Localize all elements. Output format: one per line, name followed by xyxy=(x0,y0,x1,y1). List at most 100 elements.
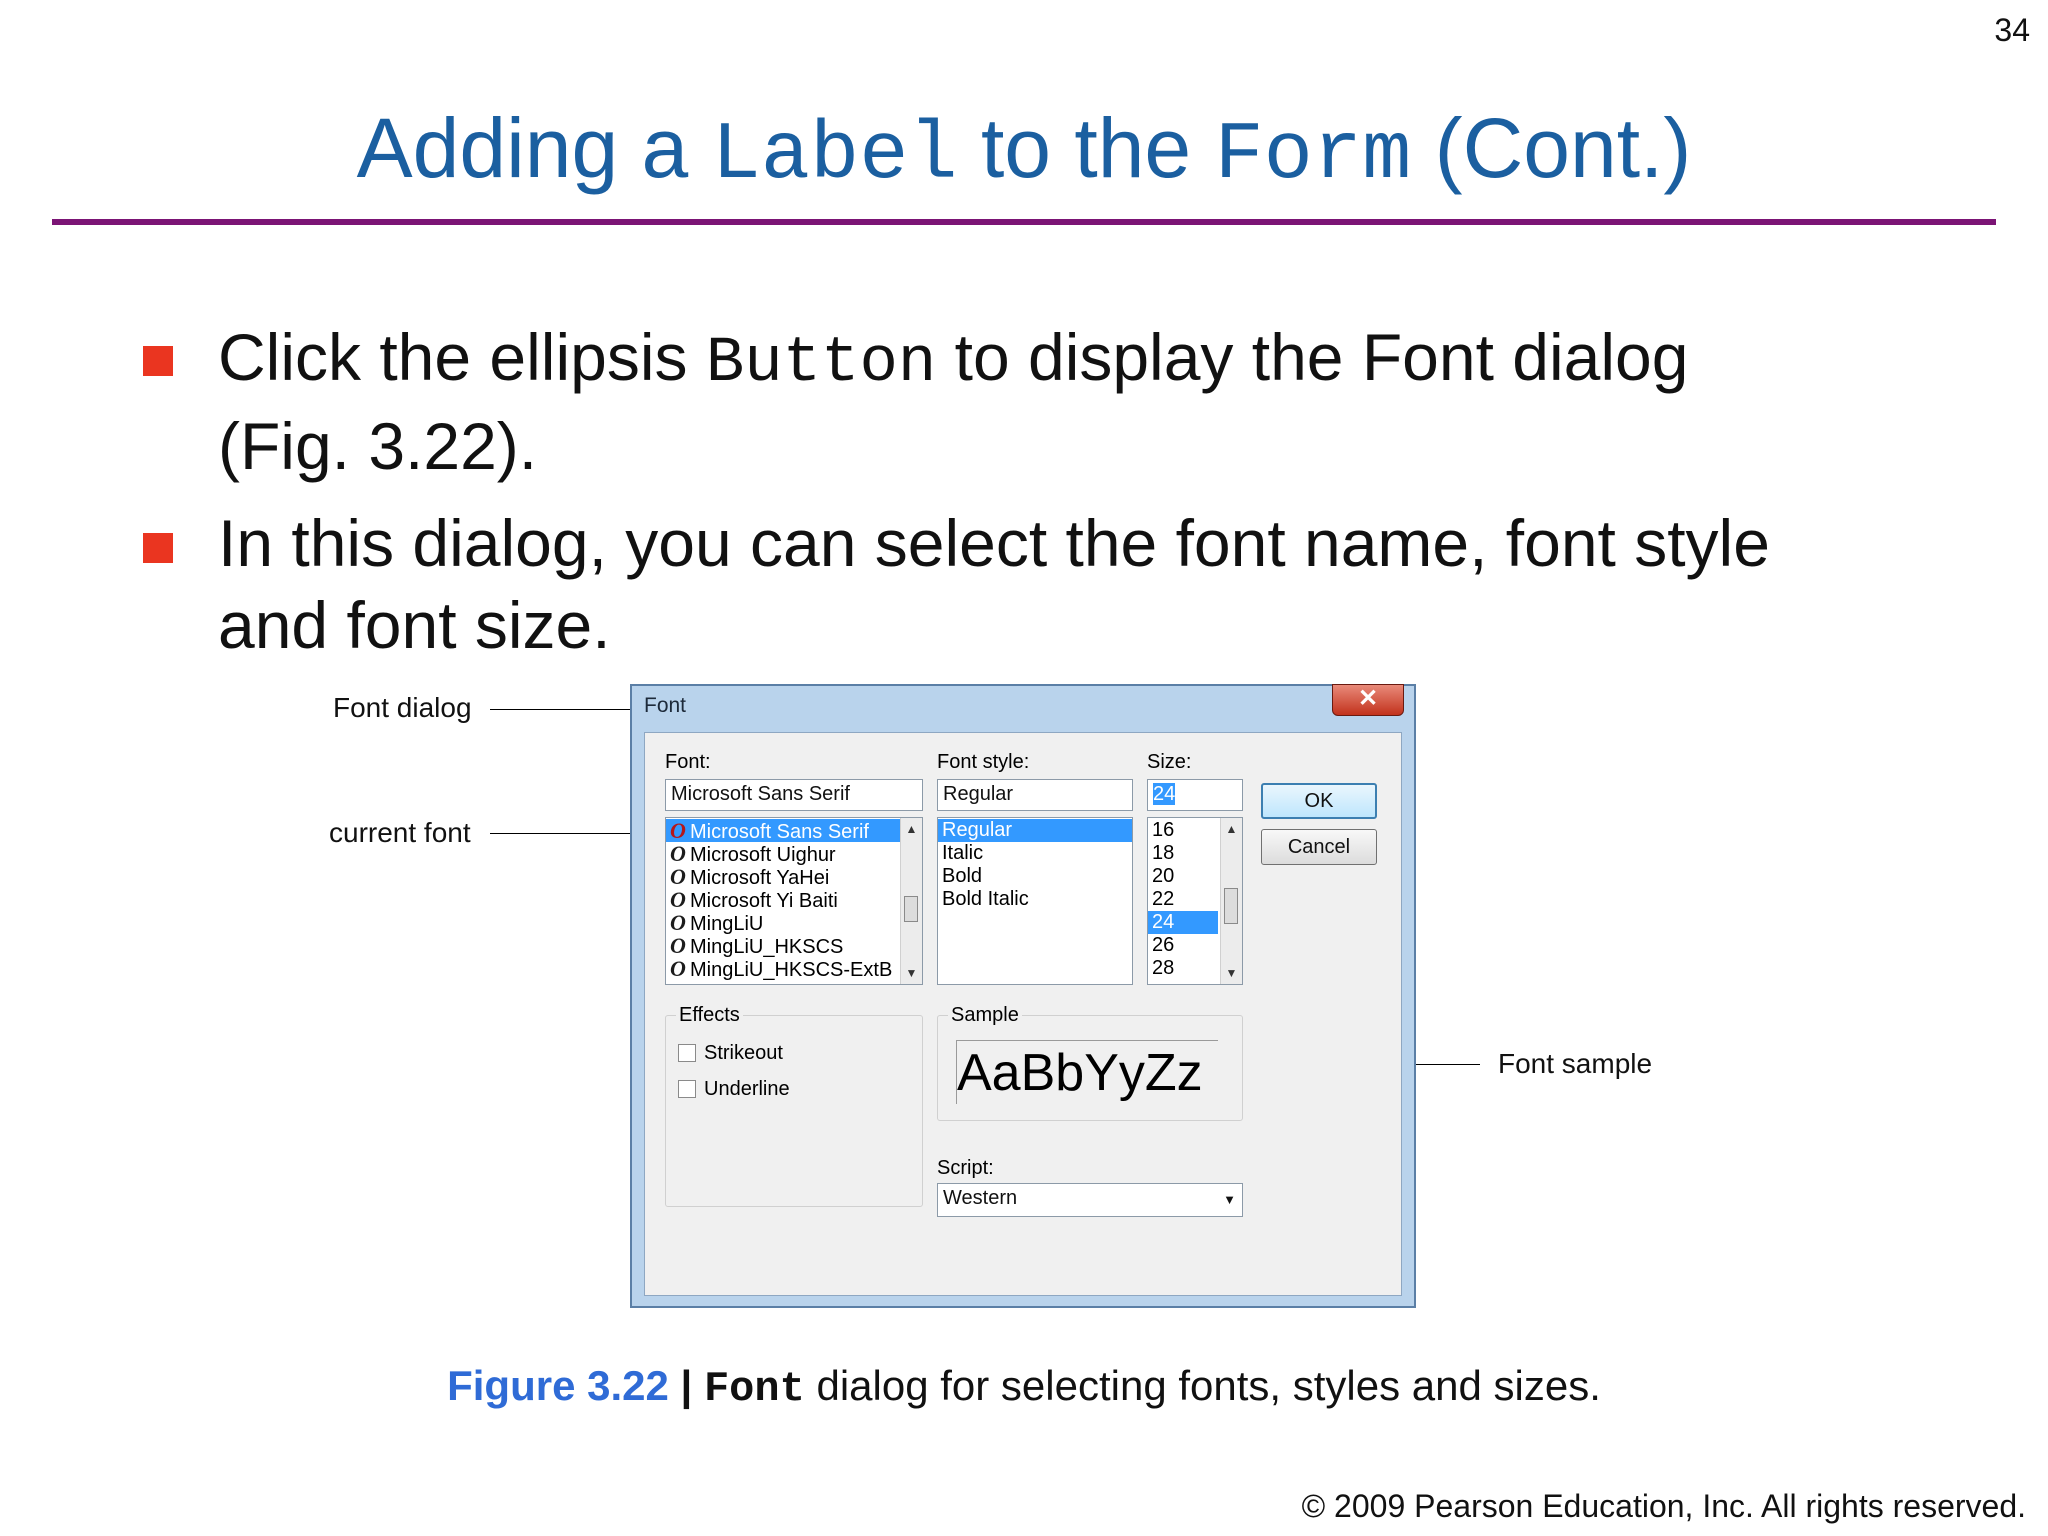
list-item[interactable]: 26 xyxy=(1148,934,1218,957)
strikeout-checkbox[interactable] xyxy=(678,1044,696,1062)
caption-text: dialog for selecting fonts, styles and s… xyxy=(804,1362,1601,1409)
caption-figure-number: Figure 3.22 xyxy=(447,1362,669,1409)
list-item-label: MingLiU_HKSCS-ExtB xyxy=(690,959,893,981)
opentype-font-icon: O xyxy=(670,864,686,889)
bullet-1-text-a: Click the ellipsis xyxy=(218,320,706,394)
scroll-up-icon[interactable]: ▲ xyxy=(1221,822,1242,836)
opentype-font-icon: O xyxy=(670,933,686,958)
font-list-scrollbar[interactable]: ▲ ▼ xyxy=(900,818,922,984)
callout-current-font: current font xyxy=(329,817,471,848)
strikeout-label: Strikeout xyxy=(704,1042,783,1064)
scroll-up-icon[interactable]: ▲ xyxy=(901,822,922,836)
list-item[interactable]: Bold xyxy=(938,865,1132,888)
list-item[interactable]: O MingLiU xyxy=(666,910,922,935)
page-number: 34 xyxy=(1994,12,2030,48)
title-part1: Adding a xyxy=(356,101,712,195)
scroll-thumb[interactable] xyxy=(1224,888,1238,924)
bullet-1-text-b: to display the Font dialog xyxy=(936,320,1689,394)
list-item[interactable]: Bold Italic xyxy=(938,888,1132,911)
scroll-down-icon[interactable]: ▼ xyxy=(1221,966,1242,980)
opentype-font-icon: O xyxy=(670,818,686,843)
scroll-thumb[interactable] xyxy=(904,896,918,922)
list-item[interactable]: 16 xyxy=(1148,819,1218,842)
cancel-button[interactable]: Cancel xyxy=(1261,829,1377,865)
list-item[interactable]: 28 xyxy=(1148,957,1218,980)
list-item[interactable]: 18 xyxy=(1148,842,1218,865)
dialog-client-area: Font: Microsoft Sans Serif O Microsoft Sa… xyxy=(644,732,1402,1296)
list-item-label: 20 xyxy=(1152,865,1175,887)
figure-caption: Figure 3.22 | Font dialog for selecting … xyxy=(0,1362,2048,1413)
size-label: Size: xyxy=(1147,751,1192,773)
close-button[interactable]: ✕ xyxy=(1332,684,1404,716)
close-icon: ✕ xyxy=(1357,685,1379,712)
opentype-font-icon: O xyxy=(670,956,686,981)
opentype-font-icon: O xyxy=(670,910,686,935)
list-item-label: Microsoft Yi Baiti xyxy=(690,890,838,912)
list-item[interactable]: O MingLiU_HKSCS-ExtB xyxy=(666,956,922,981)
list-item[interactable]: O MingLiU_HKSCS xyxy=(666,933,922,958)
underline-label: Underline xyxy=(704,1078,790,1100)
list-item[interactable]: O Microsoft Sans Serif xyxy=(666,818,922,843)
bullet-1-code: Button xyxy=(705,328,937,400)
dialog-title: Font xyxy=(644,694,687,717)
font-style-label: Font style: xyxy=(937,751,1030,773)
list-item-label: 22 xyxy=(1152,888,1175,910)
list-item-label: Italic xyxy=(942,842,984,864)
list-item-label: Microsoft YaHei xyxy=(690,867,830,889)
list-item-label: Regular xyxy=(942,819,1013,841)
bullet-square-icon xyxy=(143,346,173,376)
font-style-input[interactable]: Regular xyxy=(937,779,1133,811)
list-item-label: 26 xyxy=(1152,934,1175,956)
list-item-label: 24 xyxy=(1152,911,1175,933)
bullet-2-line1: In this dialog, you can select the font … xyxy=(218,506,1770,580)
script-select-value: Western xyxy=(943,1187,1018,1209)
bullet-2-line2: and font size. xyxy=(218,588,611,662)
underline-checkbox[interactable] xyxy=(678,1080,696,1098)
size-list[interactable]: 16 18 20 22 24 26 28 ▲ ▼ xyxy=(1147,817,1243,985)
font-dialog: Font ✕ Font: Microsoft Sans Serif O Micro… xyxy=(630,684,1416,1308)
font-label: Font: xyxy=(665,751,711,773)
list-item-label: 16 xyxy=(1152,819,1175,841)
size-input[interactable]: 24 xyxy=(1147,779,1243,811)
bullet-square-icon xyxy=(143,533,173,563)
bullet-1: Click the ellipsis Button to display the… xyxy=(218,316,1688,487)
effects-title: Effects xyxy=(676,1004,743,1027)
slide-title: Adding a Label to the Form (Cont.) xyxy=(0,100,2048,202)
title-part3: (Cont.) xyxy=(1411,101,1692,195)
ok-button[interactable]: OK xyxy=(1261,783,1377,819)
opentype-font-icon: O xyxy=(670,887,686,912)
list-item-label: 28 xyxy=(1152,957,1175,979)
script-select[interactable]: Western ▼ xyxy=(937,1183,1243,1217)
scroll-down-icon[interactable]: ▼ xyxy=(901,966,922,980)
title-divider xyxy=(52,219,1996,225)
list-item-label: MingLiU_HKSCS xyxy=(690,936,844,958)
size-list-scrollbar[interactable]: ▲ ▼ xyxy=(1220,818,1242,984)
copyright-notice: © 2009 Pearson Education, Inc. All right… xyxy=(1301,1488,2026,1524)
list-item-label: Microsoft Sans Serif xyxy=(690,821,869,843)
effects-group: Effects Strikeout Underline xyxy=(665,1004,923,1207)
callout-font-dialog: Font dialog xyxy=(333,692,472,723)
script-label: Script: xyxy=(937,1157,994,1179)
list-item[interactable]: Italic xyxy=(938,842,1132,865)
list-item[interactable]: 22 xyxy=(1148,888,1218,911)
font-name-list[interactable]: O Microsoft Sans Serif O Microsoft Uighur O M… xyxy=(665,817,923,985)
font-style-list[interactable]: Regular Italic Bold Bold Italic xyxy=(937,817,1133,985)
bullet-1-line2: (Fig. 3.22). xyxy=(218,409,538,483)
list-item[interactable]: Regular xyxy=(938,819,1132,842)
font-name-input[interactable]: Microsoft Sans Serif xyxy=(665,779,923,811)
list-item[interactable]: O Microsoft Yi Baiti xyxy=(666,887,922,912)
list-item-label: MingLiU xyxy=(690,913,764,935)
callout-line-font-dialog xyxy=(490,709,642,710)
opentype-font-icon: O xyxy=(670,841,686,866)
list-item[interactable]: O Microsoft Uighur xyxy=(666,841,922,866)
caption-separator: | xyxy=(668,1362,704,1409)
bullet-2: In this dialog, you can select the font … xyxy=(218,502,1770,666)
list-item[interactable]: 20 xyxy=(1148,865,1218,888)
list-item[interactable]: O Microsoft YaHei xyxy=(666,864,922,889)
title-part2: to the xyxy=(957,101,1215,195)
list-item[interactable]: 24 xyxy=(1148,911,1218,934)
bullet-1-line1: Click the ellipsis Button to display the… xyxy=(218,316,1688,405)
chevron-down-icon: ▼ xyxy=(1223,1192,1236,1207)
sample-title: Sample xyxy=(948,1004,1022,1027)
list-item-label: Bold Italic xyxy=(942,888,1029,910)
